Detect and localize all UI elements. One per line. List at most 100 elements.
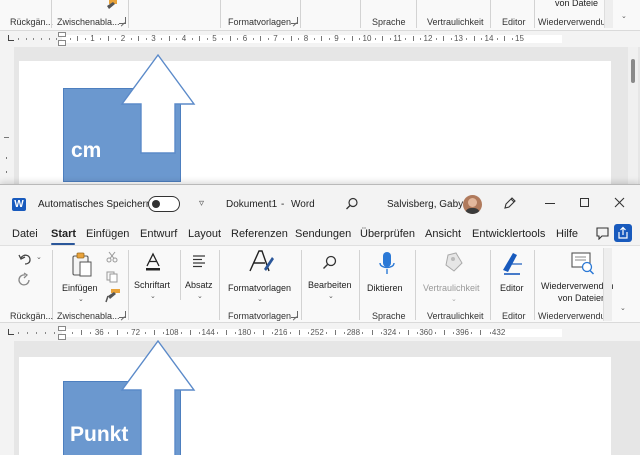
undo-icon[interactable]: [17, 252, 33, 266]
tab-file[interactable]: Datei: [12, 228, 38, 240]
vertical-ruler[interactable]: [0, 341, 14, 455]
ruler-tick: [362, 332, 364, 334]
tab-review[interactable]: Überprüfen: [360, 228, 415, 240]
avatar[interactable]: [463, 195, 482, 214]
dictate-button-label[interactable]: Diktieren: [367, 283, 403, 293]
ruler-tick: [190, 330, 192, 335]
scrollbar-thumb[interactable]: [631, 59, 635, 83]
tab-developer[interactable]: Entwicklertools: [472, 228, 545, 240]
reuse-files-icon[interactable]: [571, 251, 595, 277]
microphone-icon[interactable]: [378, 251, 396, 277]
tab-help[interactable]: Hilfe: [556, 228, 578, 240]
ribbon-collapse-icon[interactable]: ⌄: [620, 304, 626, 312]
format-painter-icon[interactable]: [105, 289, 121, 303]
maximize-icon[interactable]: [580, 198, 589, 207]
sensitivity-dropdown-icon[interactable]: ⌄: [451, 295, 457, 303]
styles-icon[interactable]: [248, 249, 274, 275]
find-icon[interactable]: [322, 255, 338, 271]
ruler-number: 4: [181, 34, 187, 43]
paste-button-label[interactable]: Einfügen: [62, 283, 98, 293]
tab-insert[interactable]: Einfügen: [86, 228, 129, 240]
hanging-indent-marker[interactable]: [58, 40, 66, 46]
minimize-icon[interactable]: [545, 203, 555, 204]
redo-icon[interactable]: [17, 272, 33, 288]
tab-stop-icon[interactable]: [8, 35, 14, 41]
first-line-indent-marker[interactable]: [58, 326, 66, 331]
hanging-indent-marker[interactable]: [58, 334, 66, 340]
ruler-tick: [473, 36, 475, 41]
ruler-number: 5: [212, 34, 217, 43]
tab-mailings[interactable]: Sendungen: [295, 228, 351, 240]
clipboard-launcher-icon[interactable]: [119, 17, 126, 24]
ruler-tick: [489, 332, 491, 334]
comments-icon[interactable]: [595, 226, 610, 240]
ruler-tick: [435, 332, 437, 334]
ruler-tick: [344, 38, 346, 40]
ruler-tick: [466, 38, 468, 40]
paragraph-icon[interactable]: [192, 254, 206, 268]
copy-icon[interactable]: [106, 271, 118, 283]
ruler-tick: [260, 36, 262, 41]
clipboard-launcher-icon[interactable]: [119, 311, 126, 318]
styles-dropdown-icon[interactable]: ⌄: [257, 295, 263, 303]
ruler-number: 3: [151, 34, 156, 43]
ruler-number: 144: [201, 328, 215, 337]
group-label-styles: Formatvorlagen: [228, 311, 292, 321]
ruler-tick: [416, 332, 418, 334]
tab-references[interactable]: Referenzen: [231, 228, 288, 240]
ruler-tick: [412, 36, 414, 41]
cut-icon[interactable]: [106, 251, 118, 263]
paragraph-dropdown-icon[interactable]: ⌄: [197, 292, 203, 300]
reuse-files-label-2[interactable]: von Dateien: [558, 293, 606, 303]
ruler-tick: [405, 38, 407, 40]
paste-icon[interactable]: [70, 252, 94, 278]
tab-stop-icon[interactable]: [8, 329, 14, 335]
ruler-dot: [33, 38, 35, 40]
horizontal-ruler[interactable]: 1 2 3 4 5 6 7 8 9 10 11 12 13 14 15: [0, 32, 640, 46]
format-painter-icon[interactable]: [104, 0, 120, 12]
tab-view[interactable]: Ansicht: [425, 228, 461, 240]
editor-icon[interactable]: [500, 250, 524, 276]
undo-dropdown-icon[interactable]: ⌄: [36, 253, 42, 261]
ribbon-scroll[interactable]: [604, 0, 613, 28]
up-arrow-shape[interactable]: [118, 52, 198, 156]
tab-layout[interactable]: Layout: [188, 228, 221, 240]
paste-dropdown-icon[interactable]: ⌄: [78, 295, 84, 303]
tab-design[interactable]: Entwurf: [140, 228, 177, 240]
styles-launcher-icon[interactable]: [291, 17, 298, 24]
ribbon-collapse-icon[interactable]: ⌄: [621, 12, 627, 20]
paragraph-button-label[interactable]: Absatz: [185, 280, 213, 290]
share-button[interactable]: [614, 224, 632, 242]
editing-button-label[interactable]: Bearbeiten: [308, 280, 352, 290]
ribbon-start: ⌄ Einfügen ⌄ Schriftart ⌄ Absatz ⌄ Forma…: [0, 245, 640, 323]
search-icon[interactable]: [345, 197, 359, 211]
first-line-indent-marker[interactable]: [58, 32, 66, 37]
vertical-scrollbar[interactable]: [628, 47, 638, 184]
font-dropdown-icon[interactable]: ⌄: [150, 292, 156, 300]
qat-customize-icon[interactable]: ▿: [199, 198, 204, 209]
ruler-tick: [444, 330, 446, 335]
pen-icon[interactable]: [502, 196, 517, 211]
up-arrow-shape[interactable]: [118, 338, 198, 455]
user-name[interactable]: Salvisberg, Gaby: [387, 199, 463, 210]
font-icon[interactable]: [144, 252, 162, 272]
close-icon[interactable]: [614, 197, 625, 208]
shape-text-cm: cm: [71, 139, 102, 162]
editor-button-label[interactable]: Editor: [500, 283, 524, 293]
horizontal-ruler[interactable]: 36 72 108 144 180 216 252 288 324 360 396 432: [0, 326, 640, 340]
vertical-ruler[interactable]: [0, 47, 14, 184]
sensitivity-button-label[interactable]: Vertraulichkeit: [423, 283, 480, 293]
styles-button-label[interactable]: Formatvorlagen: [228, 283, 291, 293]
autosave-toggle[interactable]: [148, 196, 180, 212]
tab-start[interactable]: Start: [51, 228, 76, 240]
ruler-tick: [115, 38, 117, 40]
ribbon-scroll[interactable]: [603, 248, 612, 321]
font-button-label[interactable]: Schriftart: [134, 280, 170, 290]
ruler-tick: [117, 330, 119, 335]
ruler-tick: [271, 332, 273, 334]
ruler-tick: [480, 330, 482, 335]
styles-launcher-icon[interactable]: [291, 311, 298, 318]
editing-dropdown-icon[interactable]: ⌄: [328, 292, 334, 300]
sensitivity-icon[interactable]: [442, 251, 466, 275]
ruler-tick: [471, 332, 473, 334]
